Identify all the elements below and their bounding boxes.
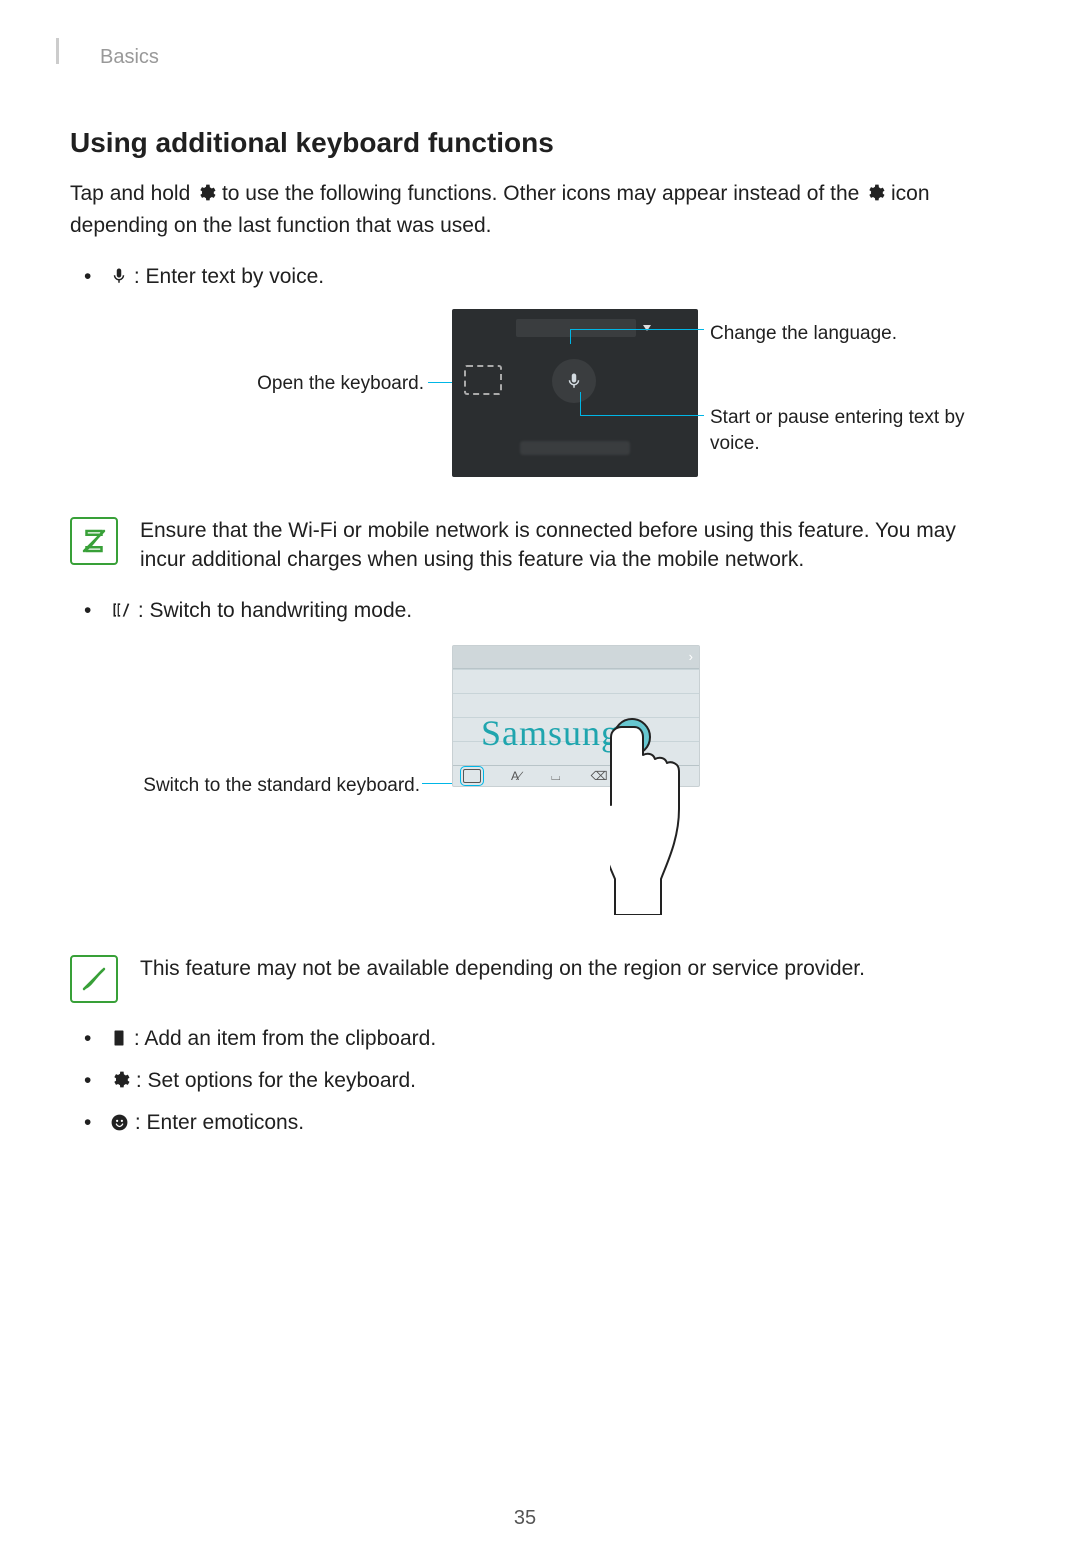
voice-input-screenshot <box>452 309 698 477</box>
callout-change-language: Change the language. <box>710 321 897 347</box>
intro-text-pre: Tap and hold <box>70 182 196 205</box>
gear-icon <box>865 183 885 212</box>
voice-input-figure: Open the keyboard. Change the language. … <box>70 309 980 495</box>
keyboard-toggle-icon <box>464 365 502 395</box>
leader-line <box>580 415 704 416</box>
note-icon <box>70 955 118 1003</box>
space-icon: ⌴ <box>551 768 561 785</box>
clipboard-icon <box>110 1028 128 1057</box>
callout-switch-standard: Switch to the standard keyboard. <box>110 773 420 799</box>
handwriting-icon <box>110 600 132 629</box>
page-title: Using additional keyboard functions <box>70 124 980 163</box>
note-icon <box>70 517 118 565</box>
callout-open-keyboard: Open the keyboard. <box>198 371 424 397</box>
tap-to-speak-placeholder <box>520 441 630 455</box>
callout-start-pause-voice: Start or pause entering text by voice. <box>710 405 970 457</box>
bullet-emoticons: : Enter emoticons. <box>70 1109 980 1141</box>
gear-icon <box>110 1070 130 1099</box>
intro-text-mid: to use the following functions. Other ic… <box>222 182 865 205</box>
microphone-icon <box>110 266 128 295</box>
bullet-handwriting-text: : Switch to handwriting mode. <box>132 599 412 622</box>
expand-chevron-icon: › <box>453 646 699 668</box>
note-text: This feature may not be available depend… <box>140 955 980 984</box>
note-availability: This feature may not be available depend… <box>70 955 980 1003</box>
microphone-button <box>552 359 596 403</box>
bullet-settings-text: : Set options for the keyboard. <box>130 1069 416 1092</box>
emoticon-icon <box>110 1112 129 1141</box>
language-selector <box>516 319 636 337</box>
intro-paragraph: Tap and hold to use the following functi… <box>70 180 980 241</box>
leader-line <box>570 329 704 330</box>
bullet-settings: : Set options for the keyboard. <box>70 1067 980 1099</box>
handwritten-sample: Samsung <box>481 709 620 759</box>
bullet-voice: : Enter text by voice. <box>70 263 980 295</box>
note-network-charges: Ensure that the Wi-Fi or mobile network … <box>70 517 980 575</box>
keyboard-icon <box>463 769 481 783</box>
bullet-voice-text: : Enter text by voice. <box>128 265 324 288</box>
bullet-handwriting: : Switch to handwriting mode. <box>70 597 980 629</box>
note-text: Ensure that the Wi-Fi or mobile network … <box>140 517 980 575</box>
finger-gesture-icon <box>610 715 740 924</box>
gear-icon <box>196 183 216 212</box>
section-label: Basics <box>100 44 980 72</box>
bullet-emoticons-text: : Enter emoticons. <box>129 1111 304 1134</box>
page-number: 35 <box>70 1505 980 1533</box>
backspace-icon: ⌫ <box>591 768 608 785</box>
bullet-clipboard: : Add an item from the clipboard. <box>70 1025 980 1057</box>
bullet-clipboard-text: : Add an item from the clipboard. <box>128 1027 436 1050</box>
handwriting-figure: Switch to the standard keyboard. › Samsu… <box>70 645 980 925</box>
pen-style-icon: A∕ <box>511 768 521 785</box>
